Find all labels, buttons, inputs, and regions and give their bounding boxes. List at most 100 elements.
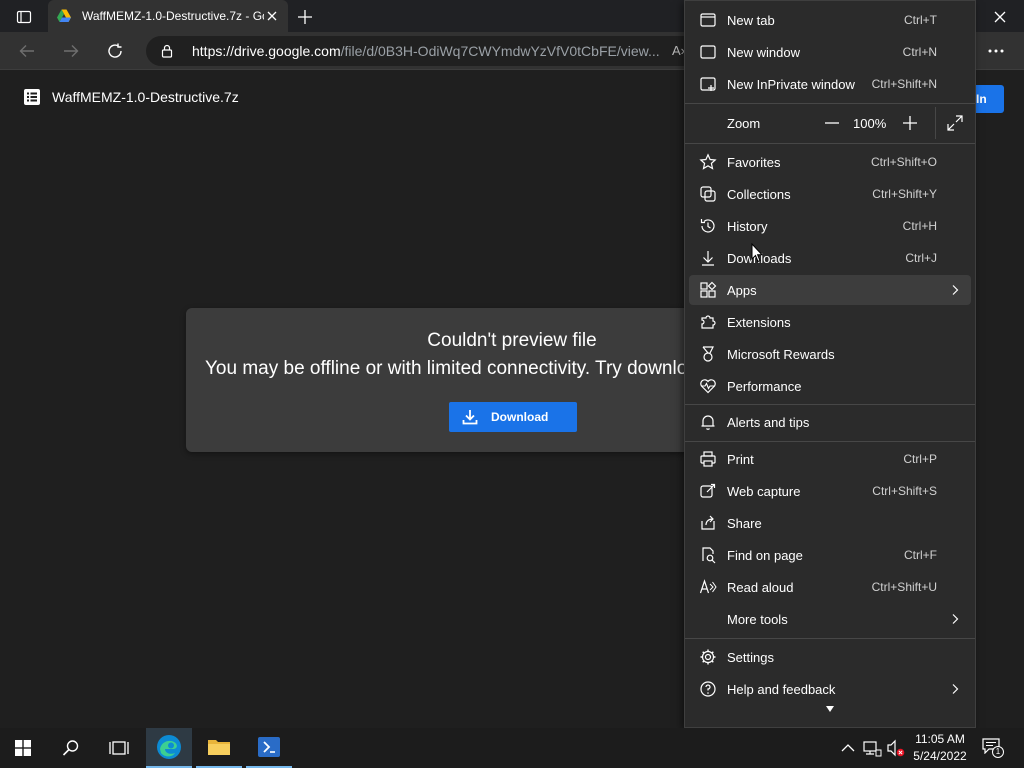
fullscreen-button[interactable]: [947, 115, 963, 131]
menu-item-label: History: [727, 218, 768, 234]
menu-item-label: Performance: [727, 378, 802, 394]
menu-item-settings[interactable]: Settings: [689, 642, 971, 672]
menu-item-performance[interactable]: Performance: [689, 371, 971, 401]
url-path: /file/d/0B3H-OdiWq7CWYmdwYzVfV0tCbFE/vie…: [340, 43, 660, 59]
find-icon: [702, 547, 716, 564]
chevron-right-icon: [952, 285, 959, 295]
forward-button[interactable]: [60, 40, 82, 62]
menu-item-label: Web capture: [727, 483, 801, 499]
menu-item-label: New InPrivate window: [727, 76, 855, 92]
menu-item-label: Alerts and tips: [727, 414, 810, 430]
menu-item-shortcut: Ctrl+F: [904, 548, 937, 562]
performance-icon: [700, 379, 716, 394]
back-button[interactable]: [16, 40, 38, 62]
address-bar[interactable]: https://drive.google.com/file/d/0B3H-Odi…: [146, 36, 706, 66]
drive-header: WaffMEMZ-1.0-Destructive.7z: [24, 89, 239, 105]
url-text: https://drive.google.com/file/d/0B3H-Odi…: [192, 43, 660, 59]
menu-item-shortcut: Ctrl+P: [903, 452, 937, 466]
edge-icon: [157, 735, 181, 759]
printer-icon: [700, 451, 716, 467]
menu-item-label: More tools: [727, 611, 788, 627]
zoom-out-button[interactable]: [823, 114, 841, 132]
menu-separator: [685, 638, 975, 639]
menu-item-extensions[interactable]: Extensions: [689, 307, 971, 337]
share-icon: [701, 515, 715, 530]
arrow-left-icon: [19, 45, 34, 57]
task-view-icon: [109, 741, 129, 755]
tab-actions-icon: [16, 10, 32, 24]
close-icon: [267, 11, 277, 21]
show-hidden-icons-button[interactable]: [838, 738, 858, 758]
start-button[interactable]: [0, 728, 46, 768]
menu-item-read-aloud[interactable]: Read aloud Ctrl+Shift+U: [689, 572, 971, 602]
powershell-icon: [258, 737, 280, 757]
search-button[interactable]: [48, 728, 94, 768]
menu-separator: [685, 404, 975, 405]
menu-item-label: Read aloud: [727, 579, 794, 595]
menu-item-print[interactable]: Print Ctrl+P: [689, 444, 971, 474]
menu-item-label: Share: [727, 515, 762, 531]
google-drive-icon: [57, 9, 71, 22]
menu-item-label: Apps: [727, 282, 757, 298]
zoom-label: Zoom: [727, 116, 761, 131]
menu-item-collections[interactable]: Collections Ctrl+Shift+Y: [689, 179, 971, 209]
refresh-icon: [108, 43, 122, 58]
window-close-button[interactable]: [990, 7, 1010, 27]
lock-icon: [161, 44, 173, 58]
system-clock[interactable]: 11:05 AM 5/24/2022: [908, 731, 972, 765]
menu-item-help-and-feedback[interactable]: Help and feedback: [689, 674, 971, 704]
menu-item-history[interactable]: History Ctrl+H: [689, 211, 971, 241]
taskbar-edge-button[interactable]: [146, 728, 192, 768]
menu-item-new-window[interactable]: New window Ctrl+N: [689, 37, 971, 67]
menu-item-more-tools[interactable]: More tools: [689, 604, 971, 634]
menu-item-shortcut: Ctrl+Shift+N: [871, 77, 937, 91]
tab-actions-button[interactable]: [8, 6, 40, 28]
menu-item-apps[interactable]: Apps: [689, 275, 971, 305]
volume-muted-icon[interactable]: [886, 738, 906, 758]
arrow-right-icon: [64, 45, 79, 57]
menu-item-label: Favorites: [727, 154, 781, 170]
new-tab-button[interactable]: [294, 6, 316, 28]
settings-and-more-button[interactable]: [982, 40, 1010, 62]
menu-item-web-capture[interactable]: Web capture Ctrl+Shift+S: [689, 476, 971, 506]
file-name: WaffMEMZ-1.0-Destructive.7z: [52, 89, 239, 105]
task-view-button[interactable]: [96, 728, 142, 768]
menu-item-shortcut: Ctrl+T: [904, 13, 937, 27]
windows-logo-icon: [15, 740, 31, 756]
taskbar-file-explorer-button[interactable]: [196, 728, 242, 768]
menu-item-label: New tab: [727, 12, 775, 28]
menu-item-shortcut: Ctrl+Shift+O: [870, 155, 937, 169]
network-icon[interactable]: [862, 738, 882, 758]
menu-item-downloads[interactable]: DownloadsCtrl+J: [689, 243, 971, 273]
help-icon: [700, 681, 716, 697]
menu-scroll-down-icon[interactable]: [825, 705, 835, 713]
menu-item-label: Print: [727, 451, 754, 467]
tab-title: WaffMEMZ-1.0-Destructive.7z - Google Dri…: [82, 9, 264, 23]
menu-item-label: Collections: [727, 186, 791, 202]
settings-and-more-menu: New tab Ctrl+T New window Ctrl+N New InPriva…: [684, 0, 976, 728]
plus-icon: [298, 10, 312, 24]
history-icon: [700, 219, 715, 233]
taskbar: 11:05 AM 5/24/2022 1: [0, 728, 1024, 768]
download-button[interactable]: Download: [449, 402, 577, 432]
menu-item-new-tab[interactable]: New tab Ctrl+T: [689, 5, 971, 35]
tab-close-button[interactable]: [264, 8, 280, 24]
preview-error-card: Couldn't preview file You may be offline…: [186, 308, 706, 452]
menu-item-label: Extensions: [727, 314, 791, 330]
action-center-button[interactable]: 1: [982, 738, 1004, 758]
zoom-in-button[interactable]: [901, 114, 919, 132]
menu-item-new-inprivate-window[interactable]: New InPrivate window Ctrl+Shift+N: [689, 69, 971, 99]
mouse-cursor-icon: [751, 243, 763, 263]
menu-item-find-on-page[interactable]: Find on page Ctrl+F: [689, 540, 971, 570]
refresh-button[interactable]: [104, 40, 126, 62]
web-capture-icon: [700, 483, 716, 498]
star-icon: [699, 153, 717, 170]
menu-item-microsoft-rewards[interactable]: Microsoft Rewards: [689, 339, 971, 369]
menu-item-share[interactable]: Share: [689, 508, 971, 538]
taskbar-powershell-button[interactable]: [246, 728, 292, 768]
menu-item-label: Find on page: [727, 547, 803, 563]
menu-item-shortcut: Ctrl+J: [905, 251, 937, 265]
browser-tab[interactable]: WaffMEMZ-1.0-Destructive.7z - Google Dri…: [48, 0, 288, 32]
menu-item-alerts-and-tips[interactable]: Alerts and tips: [689, 407, 971, 437]
menu-item-favorites[interactable]: Favorites Ctrl+Shift+O: [689, 147, 971, 177]
